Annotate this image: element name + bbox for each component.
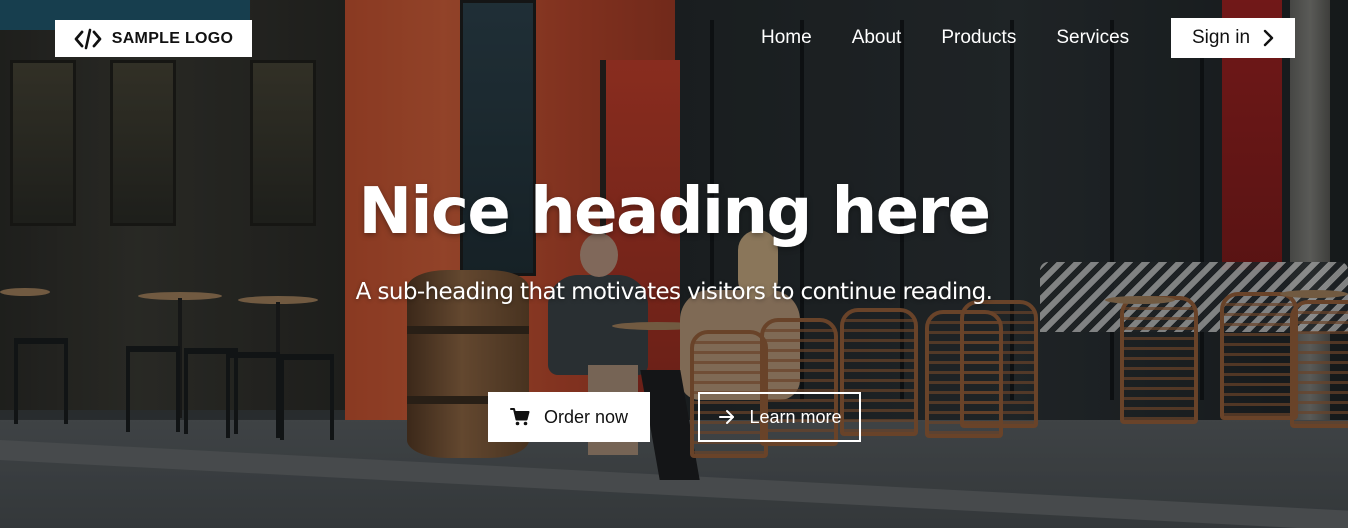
chevron-right-icon (1262, 29, 1274, 47)
sign-in-label: Sign in (1191, 27, 1251, 48)
code-icon (74, 28, 102, 50)
hero-background-image (0, 0, 1348, 528)
nav-link-products[interactable]: Products (941, 25, 1016, 51)
nav-link-about[interactable]: About (852, 25, 902, 51)
order-now-button[interactable]: Order now (488, 392, 650, 442)
learn-more-button[interactable]: Learn more (698, 392, 861, 442)
arrow-right-icon (717, 407, 737, 427)
sign-in-button[interactable]: Sign in (1171, 18, 1295, 58)
logo-text: SAMPLE LOGO (111, 29, 234, 47)
learn-more-label: Learn more (749, 406, 842, 427)
hero-subtitle: A sub-heading that motivates visitors to… (355, 279, 993, 305)
nav-link-services[interactable]: Services (1056, 25, 1129, 51)
logo[interactable]: SAMPLE LOGO (55, 20, 252, 57)
order-now-label: Order now (543, 406, 629, 427)
main-nav: Home About Products Services (761, 25, 1129, 51)
nav-link-home[interactable]: Home (761, 25, 812, 51)
hero-title: Nice heading here (358, 175, 991, 249)
cart-icon (509, 407, 530, 427)
